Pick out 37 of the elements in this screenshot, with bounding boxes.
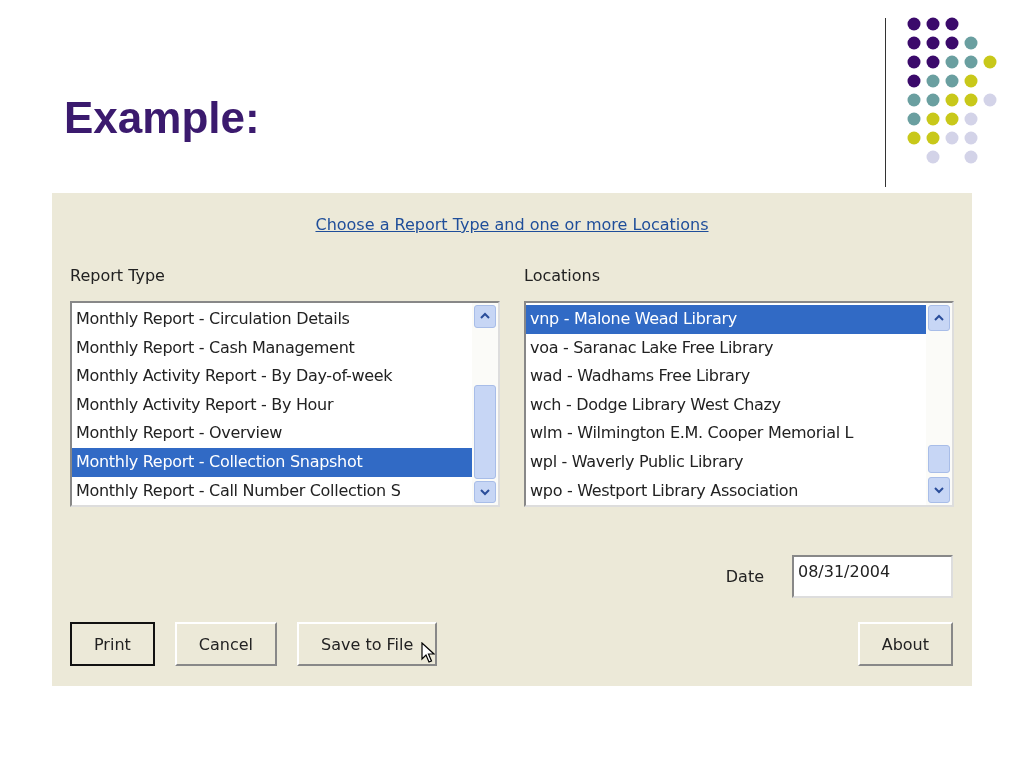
- caret-up-icon: [479, 312, 491, 321]
- list-item[interactable]: Monthly Report - Circulation Details: [72, 305, 472, 334]
- caret-down-icon: [933, 486, 945, 494]
- dialog-button[interactable]: Print: [70, 622, 155, 666]
- list-item[interactable]: wlm - Wilmington E.M. Cooper Memorial L: [526, 419, 926, 448]
- list-item[interactable]: wad - Wadhams Free Library: [526, 362, 926, 391]
- report-type-listbox[interactable]: [70, 301, 500, 507]
- list-item[interactable]: wpo - Westport Library Association: [526, 476, 926, 505]
- date-field[interactable]: 08/31/2004: [792, 555, 953, 598]
- locations-label: Locations: [524, 266, 601, 286]
- mouse-pointer-icon: [421, 642, 435, 664]
- list-item[interactable]: Monthly Report - Cash Management: [72, 333, 472, 363]
- scroll-thumb[interactable]: [928, 445, 950, 473]
- scroll-up-button[interactable]: [474, 305, 496, 328]
- caret-down-icon: [479, 487, 491, 496]
- list-item[interactable]: voa - Saranac Lake Free Library: [526, 333, 926, 363]
- scroll-down-button[interactable]: [474, 480, 496, 503]
- list-item[interactable]: Monthly Activity Report - By Day-of-week: [72, 362, 472, 391]
- scroll-thumb[interactable]: [474, 384, 496, 479]
- locations-listbox[interactable]: [524, 301, 954, 507]
- caret-up-icon: [933, 314, 945, 322]
- dialog-button[interactable]: Cancel: [174, 622, 277, 666]
- list-item[interactable]: wpl - Waverly Public Library: [526, 447, 926, 477]
- list-item[interactable]: Monthly Report - Collection Snapshot: [72, 447, 472, 477]
- list-item[interactable]: wch - Dodge Library West Chazy: [526, 390, 926, 420]
- list-item[interactable]: Monthly Activity Report - By Hour: [72, 390, 472, 420]
- instruction-link[interactable]: Choose a Report Type and one or more Locations: [315, 215, 709, 234]
- scroll-down-button[interactable]: [928, 477, 950, 503]
- dialog-button[interactable]: About: [857, 622, 953, 666]
- list-item[interactable]: Monthly Report - Call Number Collection S: [72, 476, 472, 505]
- slide-title: Example:: [64, 92, 261, 144]
- list-item[interactable]: vnp - Malone Wead Library: [526, 305, 926, 334]
- scroll-up-button[interactable]: [928, 305, 950, 331]
- list-item[interactable]: Monthly Report - Overview: [72, 419, 472, 448]
- dialog-button[interactable]: Save to File: [297, 622, 438, 666]
- report-type-label: Report Type: [70, 266, 166, 286]
- date-label: Date: [725, 567, 764, 586]
